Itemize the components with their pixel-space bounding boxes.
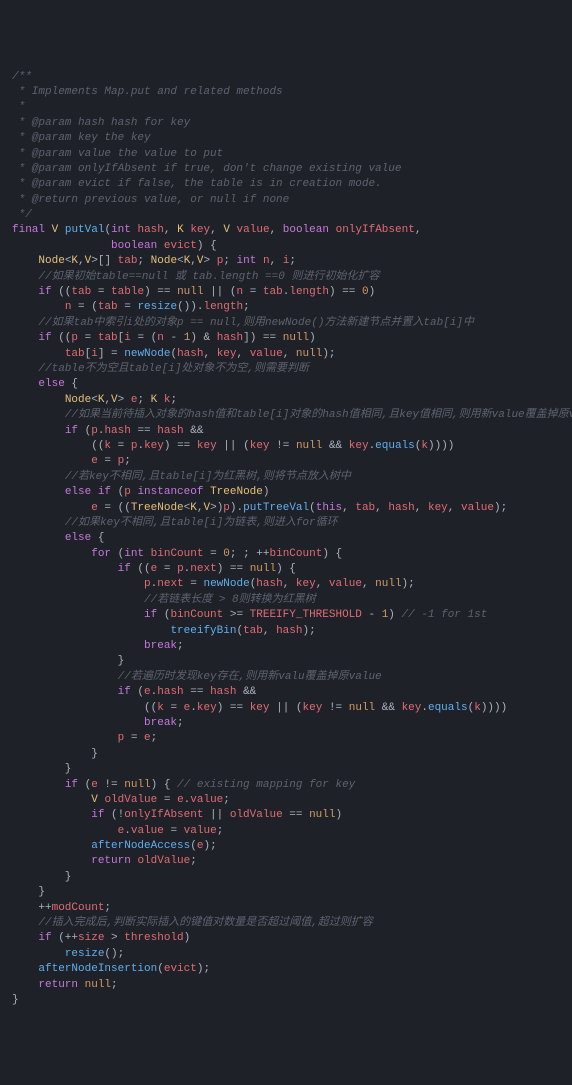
code-line: if (e != null) { // existing mapping for… [12, 778, 560, 793]
code-line: if ((p = tab[i = (n - 1) & hash]) == nul… [12, 331, 560, 346]
code-line: ((k = e.key) == key || (key != null && k… [12, 701, 560, 716]
code-line: Node<K,V> e; K k; [12, 393, 560, 408]
code-line: /** [12, 70, 560, 85]
code-line: } [12, 993, 560, 1008]
code-line: if ((e = p.next) == null) { [12, 562, 560, 577]
code-line: resize(); [12, 947, 560, 962]
code-line: //如果初始table==null 或 tab.length ==0 则进行初始… [12, 270, 560, 285]
code-line: } [12, 654, 560, 669]
code-line: if (!onlyIfAbsent || oldValue == null) [12, 808, 560, 823]
code-line: //插入完成后,判断实际插入的键值对数量是否超过阈值,超过则扩容 [12, 916, 560, 931]
code-line: afterNodeAccess(e); [12, 839, 560, 854]
code-line: } [12, 747, 560, 762]
code-line: if (p.hash == hash && [12, 424, 560, 439]
code-line: e = ((TreeNode<K,V>)p).putTreeVal(this, … [12, 501, 560, 516]
code-line: * @return previous value, or null if non… [12, 193, 560, 208]
code-line: return oldValue; [12, 854, 560, 869]
code-line: tab[i] = newNode(hash, key, value, null)… [12, 347, 560, 362]
code-line: * Implements Map.put and related methods [12, 85, 560, 100]
code-line: //如果当前待插入对象的hash值和table[i]对象的hash值相同,且ke… [12, 408, 560, 423]
code-editor: /** * Implements Map.put and related met… [12, 70, 560, 1009]
code-line: * [12, 100, 560, 115]
code-line: //如果tab中索引i处的对象p == null,则用newNode()方法新建… [12, 316, 560, 331]
code-line: } [12, 870, 560, 885]
code-line: ++modCount; [12, 901, 560, 916]
code-line: * @param hash hash for key [12, 116, 560, 131]
code-line: else { [12, 377, 560, 392]
code-line: break; [12, 716, 560, 731]
code-line: ((k = p.key) == key || (key != null && k… [12, 439, 560, 454]
code-line: for (int binCount = 0; ; ++binCount) { [12, 547, 560, 562]
code-line: if ((tab = table) == null || (n = tab.le… [12, 285, 560, 300]
code-line: boolean evict) { [12, 239, 560, 254]
code-line: * @param value the value to put [12, 147, 560, 162]
code-line: //若遍历时发现key存在,则用新valu覆盖掉原value [12, 670, 560, 685]
code-line: return null; [12, 978, 560, 993]
code-line: e = p; [12, 454, 560, 469]
code-line: } [12, 885, 560, 900]
code-line: else if (p instanceof TreeNode) [12, 485, 560, 500]
code-line: treeifyBin(tab, hash); [12, 624, 560, 639]
code-line: //如果key不相同,且table[i]为链表,则进入for循环 [12, 516, 560, 531]
code-line: e.value = value; [12, 824, 560, 839]
code-line: * @param onlyIfAbsent if true, don't cha… [12, 162, 560, 177]
code-line: */ [12, 208, 560, 223]
code-line: //table不为空且table[i]处对象不为空,则需要判断 [12, 362, 560, 377]
code-line: p.next = newNode(hash, key, value, null)… [12, 577, 560, 592]
code-line: //若链表长度 > 8则转换为红黑树 [12, 593, 560, 608]
code-line: afterNodeInsertion(evict); [12, 962, 560, 977]
code-line: } [12, 762, 560, 777]
code-line: * @param evict if false, the table is in… [12, 177, 560, 192]
code-line: n = (tab = resize()).length; [12, 300, 560, 315]
code-line: * @param key the key [12, 131, 560, 146]
code-line: p = e; [12, 731, 560, 746]
code-line: //若key不相同,且table[i]为红黑树,则将节点放入树中 [12, 470, 560, 485]
code-line: V oldValue = e.value; [12, 793, 560, 808]
code-line: else { [12, 531, 560, 546]
code-line: Node<K,V>[] tab; Node<K,V> p; int n, i; [12, 254, 560, 269]
code-line: break; [12, 639, 560, 654]
code-line: if (e.hash == hash && [12, 685, 560, 700]
code-line: if (++size > threshold) [12, 931, 560, 946]
code-line: final V putVal(int hash, K key, V value,… [12, 223, 560, 238]
code-line: if (binCount >= TREEIFY_THRESHOLD - 1) /… [12, 608, 560, 623]
